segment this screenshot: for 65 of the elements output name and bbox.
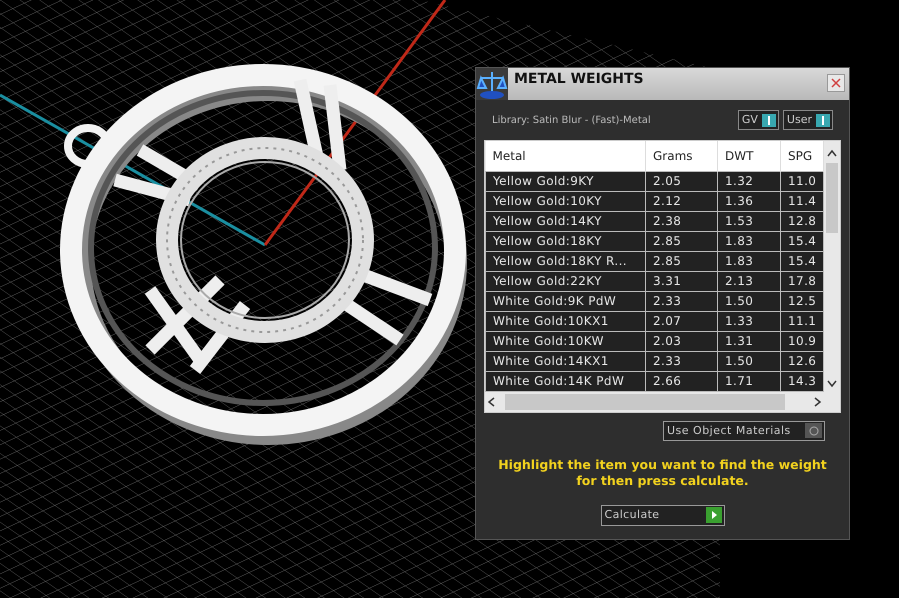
window-title: METAL WEIGHTS bbox=[514, 70, 644, 89]
table-cell: 2.05 bbox=[646, 171, 718, 191]
table-cell: Yellow Gold:10KY bbox=[486, 191, 646, 211]
table-cell: 1.71 bbox=[718, 371, 780, 391]
scroll-up-icon bbox=[827, 149, 837, 157]
column-header[interactable]: Grams bbox=[646, 141, 718, 171]
table-cell: 17.8 bbox=[780, 271, 824, 291]
scroll-thumb[interactable] bbox=[826, 163, 838, 233]
table-cell: 14.3 bbox=[780, 371, 824, 391]
column-header[interactable]: DWT bbox=[718, 141, 780, 171]
library-label: Library: Satin Blur - (Fast)-Metal bbox=[492, 114, 651, 128]
table-cell: Yellow Gold:9KY bbox=[486, 171, 646, 191]
table-cell: Yellow Gold:22KY bbox=[486, 271, 646, 291]
table-cell: Yellow Gold:14KY bbox=[486, 211, 646, 231]
use-object-materials-checkbox[interactable]: Use Object Materials bbox=[663, 420, 825, 441]
table-cell: 1.33 bbox=[718, 311, 780, 331]
column-header[interactable]: SPG bbox=[780, 141, 824, 171]
table-cell: 1.53 bbox=[718, 211, 780, 231]
table-cell: 3.31 bbox=[646, 271, 718, 291]
play-icon bbox=[706, 507, 722, 524]
scroll-thumb[interactable] bbox=[505, 394, 785, 410]
horizontal-scrollbar[interactable] bbox=[485, 392, 840, 412]
table-cell: Yellow Gold:18KY R... bbox=[486, 251, 646, 271]
table-cell: 2.38 bbox=[646, 211, 718, 231]
table-cell: 15.4 bbox=[780, 251, 824, 271]
calculate-button[interactable]: Calculate bbox=[600, 505, 724, 526]
toggle-switch[interactable]: GV bbox=[738, 110, 779, 130]
table-cell: 2.07 bbox=[646, 311, 718, 331]
table-cell: White Gold:10KW bbox=[486, 331, 646, 351]
table-cell: 2.85 bbox=[646, 251, 718, 271]
instruction-text: Highlight the item you want to find the weight for then press calculate. bbox=[498, 457, 828, 489]
table-cell: 15.4 bbox=[780, 231, 824, 251]
table-cell: 11.1 bbox=[780, 311, 824, 331]
column-header[interactable]: Metal bbox=[486, 141, 646, 171]
table-cell: 1.31 bbox=[718, 331, 780, 351]
table-cell: White Gold:10KX1 bbox=[486, 311, 646, 331]
table-cell: 2.33 bbox=[646, 291, 718, 311]
table-cell: 2.12 bbox=[646, 191, 718, 211]
table-cell: 2.85 bbox=[646, 231, 718, 251]
table-cell: 1.83 bbox=[718, 251, 780, 271]
close-button[interactable] bbox=[827, 74, 845, 92]
scroll-down-icon bbox=[827, 380, 837, 388]
toggle-switch[interactable]: User bbox=[782, 110, 833, 130]
table-cell: 2.13 bbox=[718, 271, 780, 291]
table-cell: White Gold:14K PdW bbox=[486, 371, 646, 391]
table-cell: 1.83 bbox=[718, 231, 780, 251]
table-cell: 11.4 bbox=[780, 191, 824, 211]
table-cell: White Gold:14KX1 bbox=[486, 351, 646, 371]
table-cell: 11.0 bbox=[780, 171, 824, 191]
table-cell: 2.33 bbox=[646, 351, 718, 371]
table-cell: 1.36 bbox=[718, 191, 780, 211]
table-cell: 12.8 bbox=[780, 211, 824, 231]
table-cell: 2.03 bbox=[646, 331, 718, 351]
close-icon bbox=[830, 77, 842, 89]
table-cell: 10.9 bbox=[780, 331, 824, 351]
vertical-scrollbar[interactable] bbox=[824, 141, 840, 392]
circle-icon bbox=[808, 426, 818, 436]
table-cell: 12.5 bbox=[780, 291, 824, 311]
table-cell: 12.6 bbox=[780, 351, 824, 371]
table-cell: White Gold:9K PdW bbox=[486, 291, 646, 311]
table-cell: 1.50 bbox=[718, 351, 780, 371]
table-cell: 1.50 bbox=[718, 291, 780, 311]
table-cell: 2.66 bbox=[646, 371, 718, 391]
table-cell: 1.32 bbox=[718, 171, 780, 191]
table-cell: Yellow Gold:18KY bbox=[486, 231, 646, 251]
